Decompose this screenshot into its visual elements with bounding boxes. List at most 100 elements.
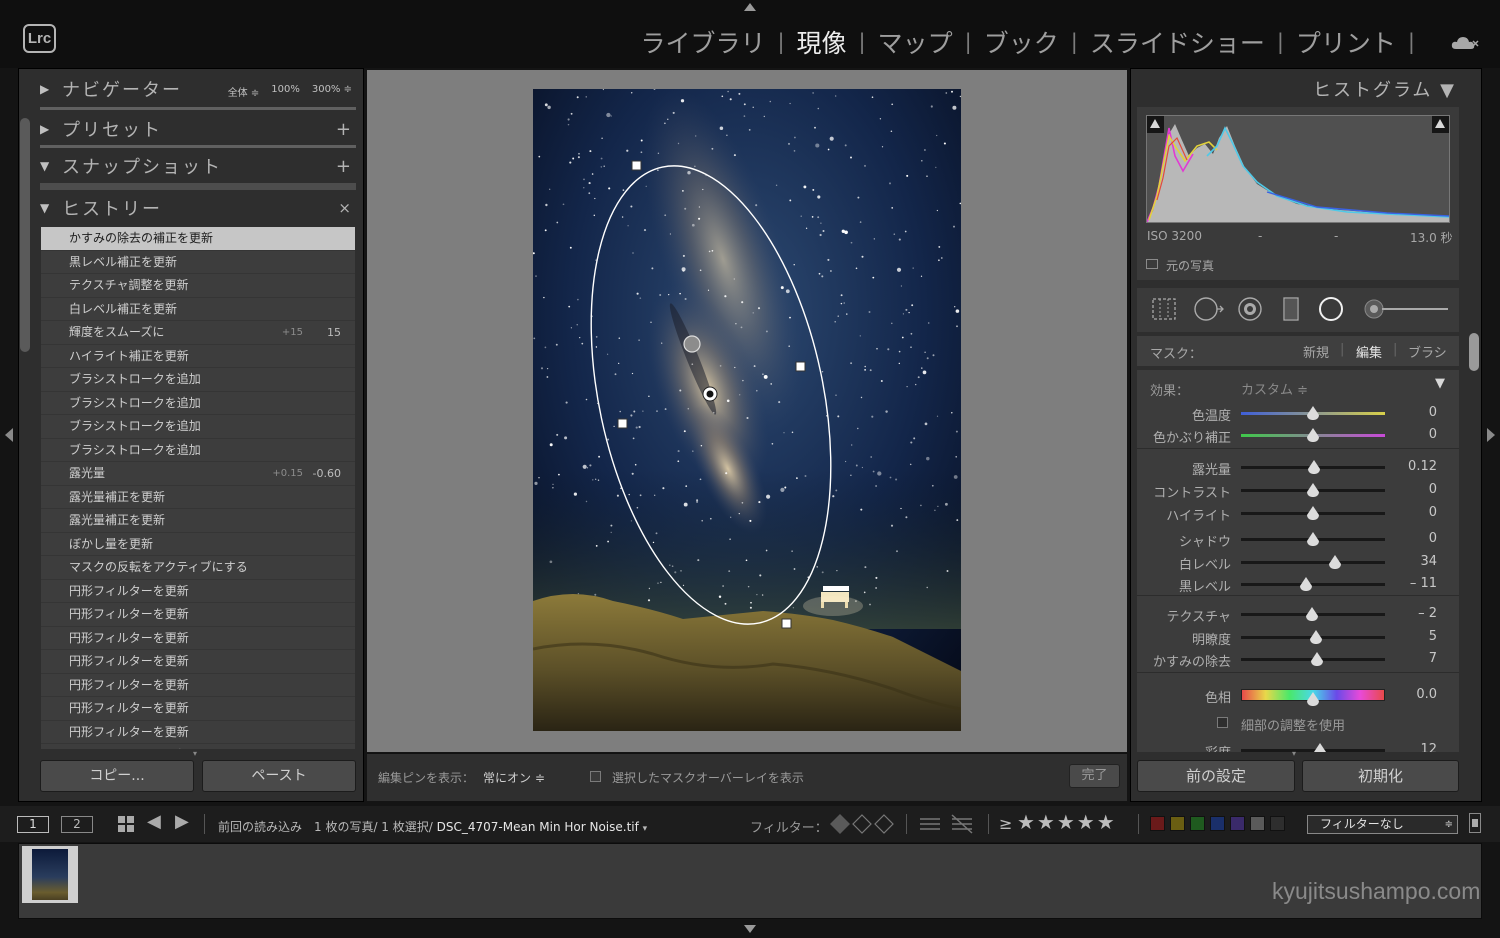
shadow-clipping-toggle[interactable] xyxy=(1147,116,1164,133)
primary-view-button[interactable]: 1 xyxy=(17,816,49,833)
history-item[interactable]: 円形フィルターを更新 xyxy=(41,627,355,650)
collapse-triangle-icon[interactable]: ▼ xyxy=(1435,376,1445,391)
slider-thumb[interactable] xyxy=(1307,483,1319,497)
previous-settings-button[interactable]: 前の設定 xyxy=(1137,760,1295,792)
slider-thumb[interactable] xyxy=(1307,692,1319,706)
history-item[interactable]: 露光量補正を更新 xyxy=(41,509,355,533)
collapse-top-arrow-icon[interactable] xyxy=(744,3,756,11)
clear-history-icon[interactable]: × xyxy=(338,199,351,217)
slider-value[interactable]: 7 xyxy=(1429,651,1437,666)
original-photo-checkbox[interactable] xyxy=(1146,259,1158,269)
done-button[interactable]: 完了 xyxy=(1069,764,1120,788)
slider-value[interactable]: – 2 xyxy=(1418,606,1437,621)
history-item[interactable]: 露光量 +0.15 -0.60 xyxy=(41,462,355,486)
graduated-filter-icon[interactable] xyxy=(1280,296,1302,322)
history-item[interactable]: ブラシストロークを追加 xyxy=(41,392,355,415)
flag-filter-icons[interactable] xyxy=(828,812,898,836)
slider-value[interactable]: 0.12 xyxy=(1408,459,1437,474)
slider-thumb[interactable] xyxy=(1307,532,1319,546)
add-snapshot-icon[interactable]: + xyxy=(336,156,351,177)
slider-track[interactable] xyxy=(1241,561,1385,564)
histogram-header[interactable]: ヒストグラム ▼ xyxy=(1140,76,1456,102)
slider-thumb[interactable] xyxy=(1311,652,1324,666)
mask-overlay-checkbox[interactable] xyxy=(590,771,601,782)
mask-new-button[interactable]: 新規 xyxy=(1303,342,1329,361)
star-rating-filter-icon[interactable]: ★★★★★ xyxy=(1017,810,1117,834)
slider-thumb[interactable] xyxy=(1307,506,1319,520)
history-item[interactable]: 円形フィルターを更新 xyxy=(41,744,355,749)
spot-removal-icon[interactable] xyxy=(1192,296,1224,322)
history-item[interactable]: 円形フィルターを更新 xyxy=(41,674,355,697)
slider-thumb[interactable] xyxy=(1307,406,1319,420)
color-label-filter[interactable] xyxy=(1230,816,1245,831)
highlight-clipping-toggle[interactable] xyxy=(1432,116,1449,133)
snapshots-header[interactable]: ▼ スナップショット + xyxy=(40,149,356,183)
paste-button[interactable]: ペースト xyxy=(202,760,356,792)
history-item[interactable]: テクスチャ調整を更新 xyxy=(41,274,355,298)
left-panel-scrollbar[interactable] xyxy=(20,118,30,352)
red-eye-icon[interactable] xyxy=(1236,296,1264,322)
slider-track[interactable] xyxy=(1241,583,1385,586)
slider-thumb[interactable] xyxy=(1299,577,1312,591)
edit-filter-icons[interactable] xyxy=(918,813,978,835)
slider-thumb[interactable] xyxy=(1314,743,1327,752)
history-item[interactable]: ぼかし量を更新 xyxy=(41,533,355,556)
slider-value[interactable]: 0 xyxy=(1429,505,1437,520)
slider-thumb[interactable] xyxy=(1309,630,1322,644)
zoom-fit[interactable]: 全体 ≑ xyxy=(228,84,260,99)
history-item[interactable]: ハイライト補正を更新 xyxy=(41,345,355,368)
detail-adjust-checkbox[interactable] xyxy=(1217,717,1228,728)
slider-value[interactable]: 0 xyxy=(1429,482,1437,497)
show-pins-select[interactable]: 常にオン ≑ xyxy=(483,769,545,786)
history-item[interactable]: ブラシストロークを追加 xyxy=(41,368,355,392)
zoom-300[interactable]: 300% ≑ xyxy=(312,84,352,99)
mask-brush-button[interactable]: ブラシ xyxy=(1408,342,1447,361)
navigator-header[interactable]: ▶ ナビゲーター 全体 ≑ 100% 300% ≑ xyxy=(40,72,356,106)
history-item[interactable]: マスクの反転をアクティブにする xyxy=(41,556,355,580)
slider-thumb[interactable] xyxy=(1328,555,1341,569)
color-label-filter[interactable] xyxy=(1250,816,1265,831)
collapse-bottom-arrow-icon[interactable] xyxy=(744,925,756,933)
crop-overlay-icon[interactable] xyxy=(1150,296,1178,322)
collapse-left-arrow-icon[interactable] xyxy=(5,428,13,442)
radial-filter-icon[interactable] xyxy=(1317,296,1345,322)
histogram-graph[interactable] xyxy=(1146,115,1450,223)
forward-arrow-icon[interactable]: ▶ xyxy=(175,811,189,832)
slider-value[interactable]: 12 xyxy=(1420,742,1437,752)
cloud-sync-icon[interactable] xyxy=(1451,35,1479,51)
module-map[interactable]: マップ xyxy=(866,24,965,60)
slider-thumb[interactable] xyxy=(1305,607,1318,621)
history-item[interactable]: 輝度をスムーズに +15 15 xyxy=(41,321,355,345)
color-label-filter[interactable] xyxy=(1210,816,1225,831)
module-develop[interactable]: 現像 xyxy=(785,24,859,60)
history-item[interactable]: 黒レベル補正を更新 xyxy=(41,251,355,274)
grid-view-icon[interactable] xyxy=(117,815,135,833)
presets-header[interactable]: ▶ プリセット + xyxy=(40,112,356,146)
filter-preset-select[interactable]: フィルターなし ≑ xyxy=(1307,815,1458,834)
collapse-right-arrow-icon[interactable] xyxy=(1487,428,1495,442)
history-item[interactable]: 露光量補正を更新 xyxy=(41,486,355,509)
module-slideshow[interactable]: スライドショー xyxy=(1078,24,1277,60)
rating-operator[interactable]: ≥ xyxy=(999,814,1012,833)
color-label-filter[interactable] xyxy=(1190,816,1205,831)
zoom-100[interactable]: 100% xyxy=(271,84,300,99)
resize-grip-icon[interactable]: ▾ xyxy=(193,749,197,758)
color-label-filter[interactable] xyxy=(1150,816,1165,831)
slider-value[interactable]: 0 xyxy=(1429,427,1437,442)
module-print[interactable]: プリント xyxy=(1284,24,1408,60)
slider-value[interactable]: 5 xyxy=(1429,629,1437,644)
effect-preset-select[interactable]: カスタム ≑ xyxy=(1241,379,1308,398)
mask-edit-button[interactable]: 編集 xyxy=(1356,342,1382,361)
back-arrow-icon[interactable]: ◀ xyxy=(147,811,161,832)
history-item[interactable]: 円形フィルターを更新 xyxy=(41,603,355,627)
history-header[interactable]: ▼ ヒストリー × xyxy=(40,191,356,225)
history-item[interactable]: 円形フィルターを更新 xyxy=(41,721,355,744)
history-item[interactable]: ブラシストロークを追加 xyxy=(41,439,355,462)
slider-value[interactable]: 0 xyxy=(1429,531,1437,546)
secondary-view-button[interactable]: 2 xyxy=(61,816,93,833)
slider-thumb[interactable] xyxy=(1308,460,1321,474)
history-item[interactable]: 白レベル補正を更新 xyxy=(41,298,355,321)
history-item[interactable]: 円形フィルターを更新 xyxy=(41,697,355,721)
slider-thumb[interactable] xyxy=(1307,428,1319,442)
slider-track[interactable] xyxy=(1241,749,1385,752)
